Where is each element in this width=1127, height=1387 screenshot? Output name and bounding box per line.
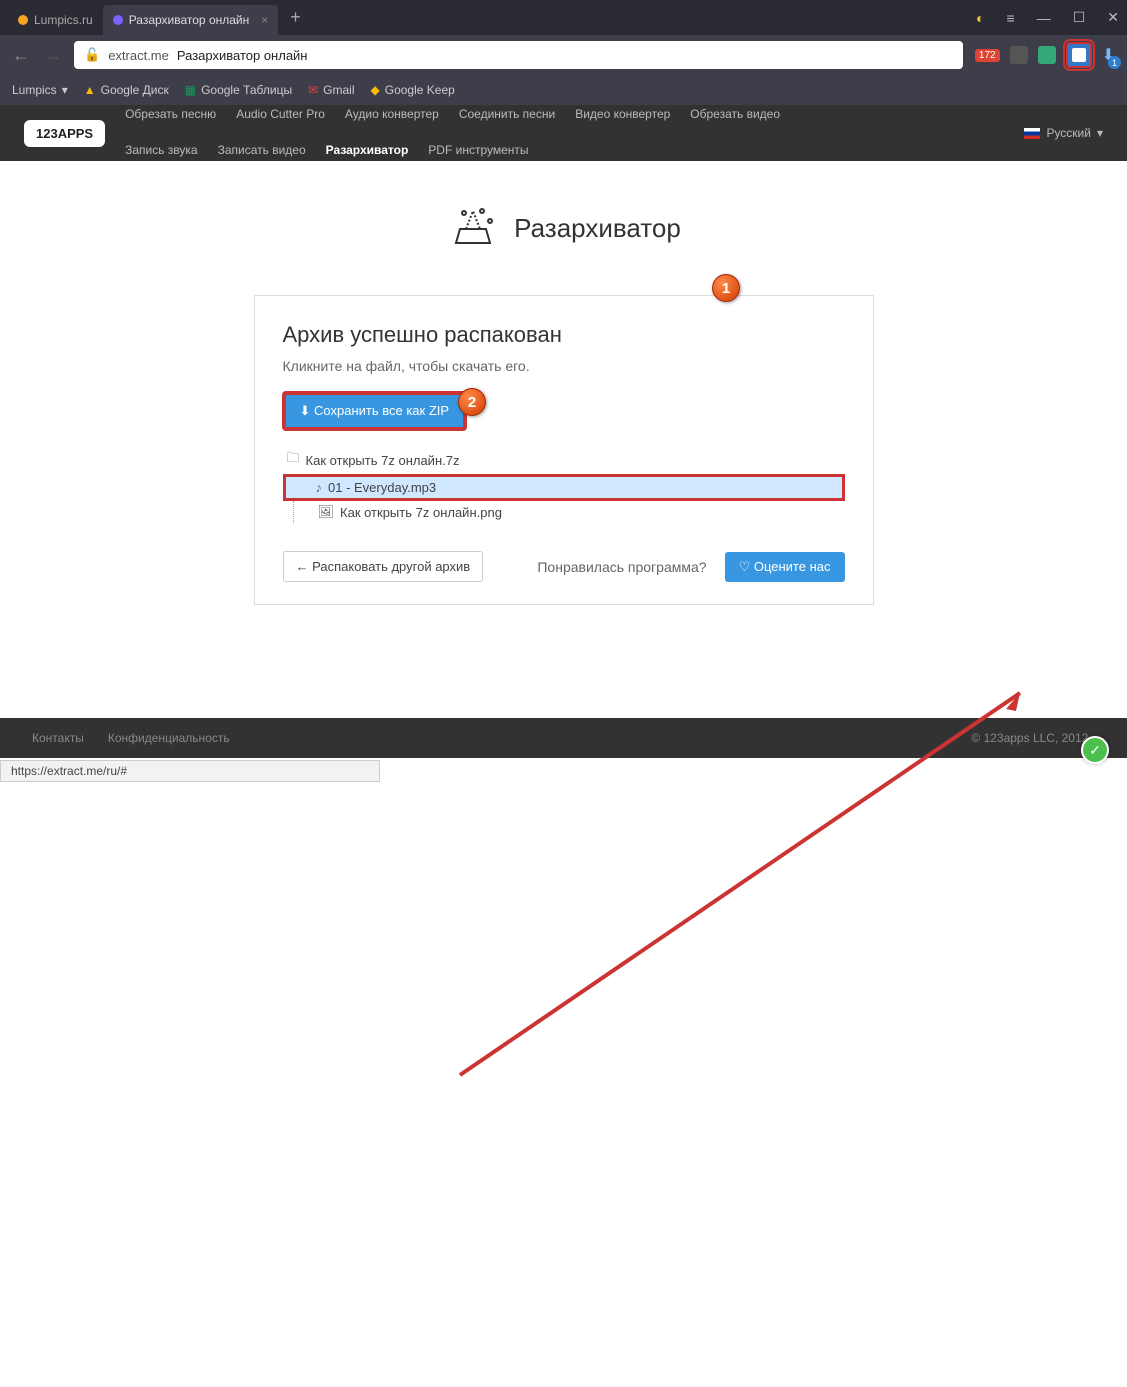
page-footer: Контакты Конфиденциальность © 123apps LL… (0, 718, 1127, 758)
url-rest: Разархиватор онлайн (177, 48, 308, 63)
shield-check-icon: ✓ (1081, 736, 1109, 764)
extension-icons: 172 ⬇1 (975, 42, 1115, 68)
hero: Разархиватор (446, 201, 681, 255)
tab-extractme[interactable]: Разархиватор онлайн × (103, 5, 279, 35)
like-text: Понравилась программа? (537, 559, 706, 575)
nav-link-active[interactable]: Разархиватор (326, 140, 409, 162)
site-logo[interactable]: 123APPS (24, 120, 105, 147)
url-domain: extract.me (108, 48, 169, 63)
status-bar: https://extract.me/ru/# (0, 760, 380, 782)
bookmarks-bar: Lumpics ▾ ▲Google Диск ▦Google Таблицы ✉… (0, 75, 1127, 105)
close-icon[interactable]: × (261, 13, 268, 27)
drive-icon: ▲ (84, 83, 96, 97)
new-tab-button[interactable]: + (278, 7, 313, 28)
tree-item-selected[interactable]: ♪ 01 - Everyday.mp3 (283, 474, 845, 501)
image-file-icon: 🖼 (318, 504, 335, 520)
url-field[interactable]: 🔓 extract.me Разархиватор онлайн (74, 41, 963, 69)
tree-item-label: 01 - Everyday.mp3 (328, 480, 436, 495)
footer-link[interactable]: Конфиденциальность (108, 731, 230, 745)
save-all-zip-button[interactable]: ⬇ Сохранить все как ZIP (283, 392, 467, 430)
extension-icon[interactable] (1010, 46, 1028, 64)
footer-link[interactable]: Контакты (32, 731, 84, 745)
nav-links: Обрезать песню Audio Cutter Pro Аудио ко… (125, 104, 845, 161)
maximize-icon[interactable]: ☐ (1073, 9, 1086, 26)
main-content: Разархиватор Архив успешно распакован Кл… (0, 161, 1127, 605)
tab-title: Lumpics.ru (34, 13, 93, 27)
download-count: 1 (1108, 56, 1121, 69)
nav-link[interactable]: Запись звука (125, 140, 198, 162)
card-footer: ← Распаковать другой архив Понравилась п… (283, 551, 845, 582)
archive-file-icon: 🗀 (287, 449, 300, 471)
tree-root-label: Как открыть 7z онлайн.7z (306, 453, 460, 468)
download-extension-icon[interactable] (1066, 42, 1092, 68)
callout-2: 2 (458, 388, 486, 416)
nav-link[interactable]: Видео конвертер (575, 104, 670, 126)
favicon-icon (18, 15, 28, 25)
rate-us-button[interactable]: ♡ Оцените нас (725, 552, 845, 582)
nav-link[interactable]: Обрезать видео (690, 104, 780, 126)
copyright: © 123apps LLC, 2012– (971, 731, 1095, 745)
close-window-icon[interactable]: ✕ (1107, 9, 1119, 26)
window-controls: ◐ ≡ — ☐ ✕ (976, 9, 1119, 26)
bookmark-gdrive[interactable]: ▲Google Диск (84, 83, 169, 97)
flag-ru-icon (1024, 128, 1040, 139)
keep-icon: ◆ (371, 83, 380, 97)
extract-another-button[interactable]: ← Распаковать другой архив (283, 551, 484, 582)
result-heading: Архив успешно распакован (283, 322, 845, 348)
nav-link[interactable]: Соединить песни (459, 104, 555, 126)
zen-icon[interactable]: ◐ (976, 10, 984, 26)
minimize-icon[interactable]: — (1037, 10, 1051, 26)
language-label: Русский (1046, 126, 1091, 140)
result-card: Архив успешно распакован Кликните на фай… (254, 295, 874, 605)
nav-link[interactable]: Обрезать песню (125, 104, 216, 126)
tree-root[interactable]: 🗀 Как открыть 7z онлайн.7z (283, 446, 845, 474)
downloads-icon[interactable]: ⬇1 (1102, 45, 1115, 65)
chevron-down-icon: ▾ (1097, 126, 1103, 140)
bookmark-lumpics[interactable]: Lumpics ▾ (12, 83, 68, 97)
nav-link[interactable]: Записать видео (218, 140, 306, 162)
page-title: Разархиватор (514, 213, 681, 244)
back-icon[interactable]: ← (12, 45, 30, 66)
result-subtitle: Кликните на файл, чтобы скачать его. (283, 358, 845, 374)
archive-icon (446, 201, 500, 255)
address-bar: ← → 🔓 extract.me Разархиватор онлайн 172… (0, 35, 1127, 75)
menu-icon[interactable]: ≡ (1007, 10, 1015, 26)
tree-item[interactable]: 🖼 Как открыть 7z онлайн.png (293, 501, 845, 523)
tab-lumpics[interactable]: Lumpics.ru (8, 5, 103, 35)
language-selector[interactable]: Русский ▾ (1024, 126, 1103, 140)
file-tree: 🗀 Как открыть 7z онлайн.7z ♪ 01 - Everyd… (283, 446, 845, 523)
bookmark-gmail[interactable]: ✉Gmail (308, 83, 354, 97)
favicon-icon (113, 15, 123, 25)
tree-item-label: Как открыть 7z онлайн.png (340, 505, 502, 520)
music-file-icon: ♪ (316, 480, 323, 495)
nav-link[interactable]: Аудио конвертер (345, 104, 439, 126)
callout-1: 1 (712, 274, 740, 302)
lock-icon: 🔓 (84, 47, 100, 63)
forward-icon[interactable]: → (44, 45, 62, 66)
gmail-icon: ✉ (308, 83, 318, 97)
site-nav: 123APPS Обрезать песню Audio Cutter Pro … (0, 105, 1127, 161)
sheets-icon: ▦ (185, 83, 196, 97)
browser-titlebar: Lumpics.ru Разархиватор онлайн × + ◐ ≡ —… (0, 0, 1127, 35)
nav-link[interactable]: PDF инструменты (428, 140, 528, 162)
nav-link[interactable]: Audio Cutter Pro (236, 104, 325, 126)
extension-icon[interactable] (1038, 46, 1056, 64)
bookmark-gsheets[interactable]: ▦Google Таблицы (185, 83, 292, 97)
tab-title: Разархиватор онлайн (129, 13, 250, 27)
nav-arrows: ← → (12, 45, 62, 66)
bookmark-gkeep[interactable]: ◆Google Keep (371, 83, 455, 97)
extension-badge[interactable]: 172 (975, 49, 1000, 62)
